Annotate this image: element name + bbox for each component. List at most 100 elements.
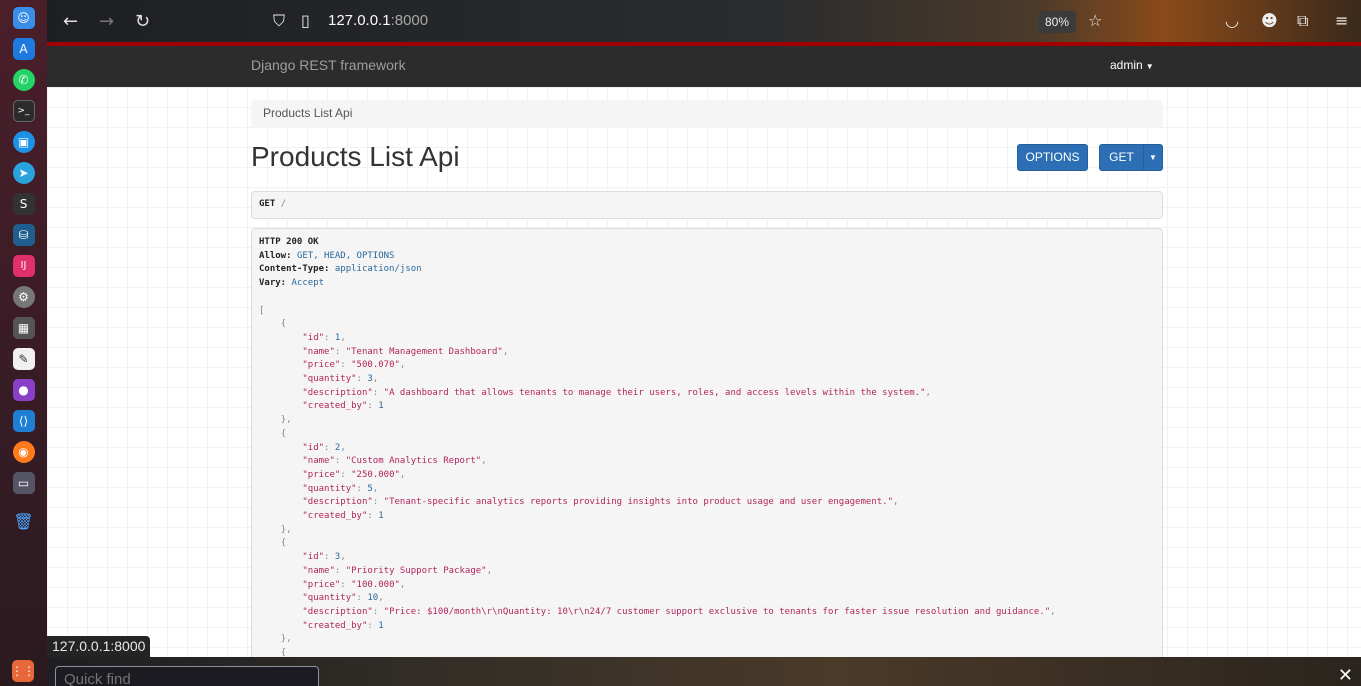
finder-icon[interactable]: ☺ [12, 6, 35, 29]
json-key: "created_by" [302, 620, 368, 631]
trash-icon[interactable]: 🗑 [13, 510, 35, 532]
json-key: "id" [302, 332, 325, 343]
close-icon[interactable]: ✕ [1338, 665, 1353, 686]
http-status: HTTP 200 OK [259, 237, 319, 247]
back-icon[interactable]: ← [63, 11, 78, 32]
json-punct: , [399, 360, 406, 371]
json-string: "Priority Support Package" [345, 565, 487, 576]
json-punct: : [324, 442, 335, 453]
json-punct: , [893, 497, 899, 508]
docker-icon[interactable]: ▣ [12, 130, 35, 153]
page-title: Products List Api [251, 141, 460, 172]
json-key: "price" [302, 469, 341, 480]
terminal-icon[interactable]: >_ [12, 99, 35, 122]
browser-toolbar: ← → ↻ ⛉ ▯ 127.0.0.1:8000 80% ☆ ◡ ☻ ⧉ ≡ [47, 0, 1361, 44]
json-punct: : [367, 401, 379, 412]
intellij-icon[interactable]: IJ [12, 254, 35, 277]
header-name: Vary: [259, 278, 287, 289]
vscode-icon[interactable]: ⟨⟩ [12, 409, 35, 432]
json-punct: , [340, 332, 346, 343]
response-header: Allow: GET, HEAD, OPTIONS [259, 251, 394, 261]
json-string: "500.070" [351, 360, 400, 371]
request-path: / [280, 199, 287, 209]
zoom-level[interactable]: 80% [1038, 11, 1077, 33]
header-name: Allow: [259, 250, 292, 261]
json-key: "quantity" [302, 483, 357, 494]
remote-desktop-icon[interactable]: ▭ [12, 471, 35, 494]
link-status-tooltip: 127.0.0.1:8000 [47, 636, 151, 657]
menu-icon[interactable]: ≡ [1335, 11, 1348, 30]
json-punct: : [340, 360, 352, 371]
json-punct: : [340, 469, 352, 480]
get-button[interactable]: GET [1099, 144, 1144, 171]
json-string: "A dashboard that allows tenants to mana… [383, 387, 926, 398]
json-string: "100.000" [351, 579, 400, 590]
json-punct: : [372, 497, 384, 508]
shield-icon[interactable]: ⛉ [273, 11, 285, 31]
response-header: Vary: Accept [259, 278, 324, 288]
calculator-icon[interactable]: ▦ [12, 316, 35, 339]
user-name: admin [1110, 58, 1143, 72]
reload-icon[interactable]: ↻ [135, 11, 150, 32]
screen-recorder-icon[interactable]: ● [12, 378, 35, 401]
json-key: "description" [302, 387, 373, 398]
app-store-icon[interactable]: A [12, 37, 35, 60]
json-punct: : [356, 483, 368, 494]
json-string: "Tenant-specific analytics reports provi… [383, 497, 893, 508]
forward-icon[interactable]: → [99, 11, 114, 32]
json-punct: , [502, 346, 509, 357]
firefox-icon[interactable]: ◉ [12, 440, 35, 463]
json-punct: , [486, 565, 493, 576]
caret-down-icon: ▼ [1145, 62, 1154, 71]
options-button[interactable]: OPTIONS [1017, 144, 1088, 171]
extensions-icon[interactable]: ⧉ [1297, 11, 1308, 31]
header-value: GET, HEAD, OPTIONS [296, 250, 395, 261]
json-punct: , [340, 552, 346, 563]
header-value: Accept [291, 278, 325, 289]
json-punct: { [280, 319, 287, 330]
header-value: application/json [334, 264, 422, 275]
caret-down-icon: ▼ [1149, 153, 1157, 162]
response-body: HTTP 200 OK Allow: GET, HEAD, OPTIONS Co… [251, 228, 1163, 657]
json-punct: : [367, 511, 379, 522]
bookmark-star-icon[interactable]: ☆ [1088, 11, 1102, 30]
settings-icon[interactable]: ⚙ [12, 285, 35, 308]
telegram-icon[interactable]: ➤ [12, 161, 35, 184]
url-bar[interactable]: 127.0.0.1:8000 [328, 12, 428, 29]
dock: ☺ A ✆ >_ ▣ ➤ S ⛁ IJ ⚙ ▦ ✎ ● ⟨⟩ ◉ ▭ 🗑 ⋮⋮ [0, 0, 47, 686]
quick-find-input[interactable] [55, 666, 319, 686]
json-key: "name" [302, 346, 335, 357]
header-name: Content-Type: [259, 264, 330, 275]
json-punct: : [334, 565, 346, 576]
json-string: "Custom Analytics Report" [345, 456, 482, 467]
json-punct: : [324, 332, 335, 343]
apps-grid-icon[interactable]: ⋮⋮ [11, 659, 35, 682]
json-punct: { [280, 428, 287, 439]
inkscape-icon[interactable]: S [12, 192, 35, 215]
pocket-icon[interactable]: ◡ [1225, 11, 1239, 30]
json-number: 10 [367, 593, 379, 604]
json-punct: , [378, 593, 384, 604]
json-punct: , [372, 483, 379, 494]
json-punct: : [372, 606, 384, 617]
brand-link[interactable]: Django REST framework [251, 57, 406, 73]
json-punct: : [356, 593, 368, 604]
breadcrumb-item[interactable]: Products List Api [263, 106, 352, 120]
json-key: "id" [302, 442, 325, 453]
user-menu[interactable]: admin ▼ [1110, 58, 1154, 72]
json-key: "description" [302, 497, 373, 508]
json-key: "quantity" [302, 593, 357, 604]
text-editor-icon[interactable]: ✎ [12, 347, 35, 370]
drf-navbar: Django REST framework admin ▼ [47, 46, 1361, 87]
json-key: "id" [302, 552, 325, 563]
json-punct: , [340, 442, 346, 453]
json-string: "250.000" [351, 469, 400, 480]
json-punct: : [334, 456, 346, 467]
profile-icon[interactable]: ☻ [1261, 11, 1278, 30]
json-punct: : [324, 552, 335, 563]
whatsapp-icon[interactable]: ✆ [12, 68, 35, 91]
get-format-dropdown[interactable]: ▼ [1143, 144, 1163, 171]
main-content: Products List Api Products List Api OPTI… [47, 87, 1361, 657]
request-method: GET [259, 199, 276, 209]
mysql-workbench-icon[interactable]: ⛁ [12, 223, 35, 246]
